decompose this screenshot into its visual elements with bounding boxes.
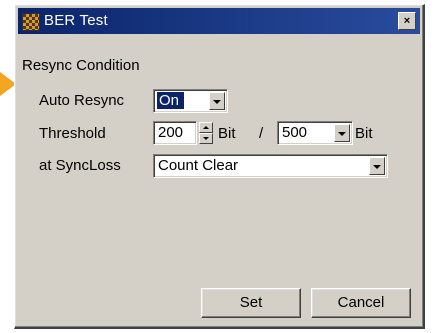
threshold-unit: Bit bbox=[218, 125, 236, 142]
cancel-button[interactable]: Cancel bbox=[311, 288, 411, 318]
threshold-total-unit: Bit bbox=[355, 125, 373, 142]
sync-loss-value: Count Clear bbox=[158, 157, 239, 174]
window-title: BER Test bbox=[44, 12, 108, 29]
set-button[interactable]: Set bbox=[201, 288, 301, 318]
chevron-down-icon bbox=[338, 132, 346, 136]
threshold-total-value: 500 bbox=[282, 124, 308, 141]
ber-test-app-icon bbox=[22, 13, 40, 31]
auto-resync-dropdown-button[interactable] bbox=[209, 92, 225, 110]
sync-loss-dropdown-button[interactable] bbox=[369, 157, 385, 175]
chevron-down-icon bbox=[373, 165, 381, 169]
threshold-spinner[interactable] bbox=[199, 122, 213, 144]
auto-resync-value: On bbox=[155, 91, 186, 110]
threshold-value: 200 bbox=[158, 124, 184, 141]
ber-test-dialog: BER Test × Resync Condition Auto Resync … bbox=[14, 4, 425, 329]
threshold-input[interactable]: 200 bbox=[153, 121, 197, 145]
auto-resync-select[interactable]: On bbox=[153, 89, 228, 113]
spin-down-button[interactable] bbox=[199, 133, 213, 144]
sync-loss-label: at SyncLoss bbox=[39, 157, 121, 174]
title-bar[interactable]: BER Test × bbox=[18, 8, 420, 34]
spin-up-button[interactable] bbox=[199, 122, 213, 133]
arrow-down-icon bbox=[203, 137, 209, 140]
threshold-total-select[interactable]: 500 bbox=[277, 121, 353, 145]
arrow-up-icon bbox=[203, 126, 209, 129]
auto-resync-label: Auto Resync bbox=[39, 92, 125, 109]
chevron-down-icon bbox=[213, 100, 221, 104]
section-title-resync-condition: Resync Condition bbox=[22, 57, 140, 74]
threshold-total-dropdown-button[interactable] bbox=[334, 124, 350, 142]
close-icon: × bbox=[403, 15, 411, 27]
close-button[interactable]: × bbox=[398, 12, 416, 30]
threshold-separator: / bbox=[259, 125, 264, 142]
threshold-label: Threshold bbox=[39, 125, 106, 142]
sync-loss-select[interactable]: Count Clear bbox=[153, 154, 388, 178]
